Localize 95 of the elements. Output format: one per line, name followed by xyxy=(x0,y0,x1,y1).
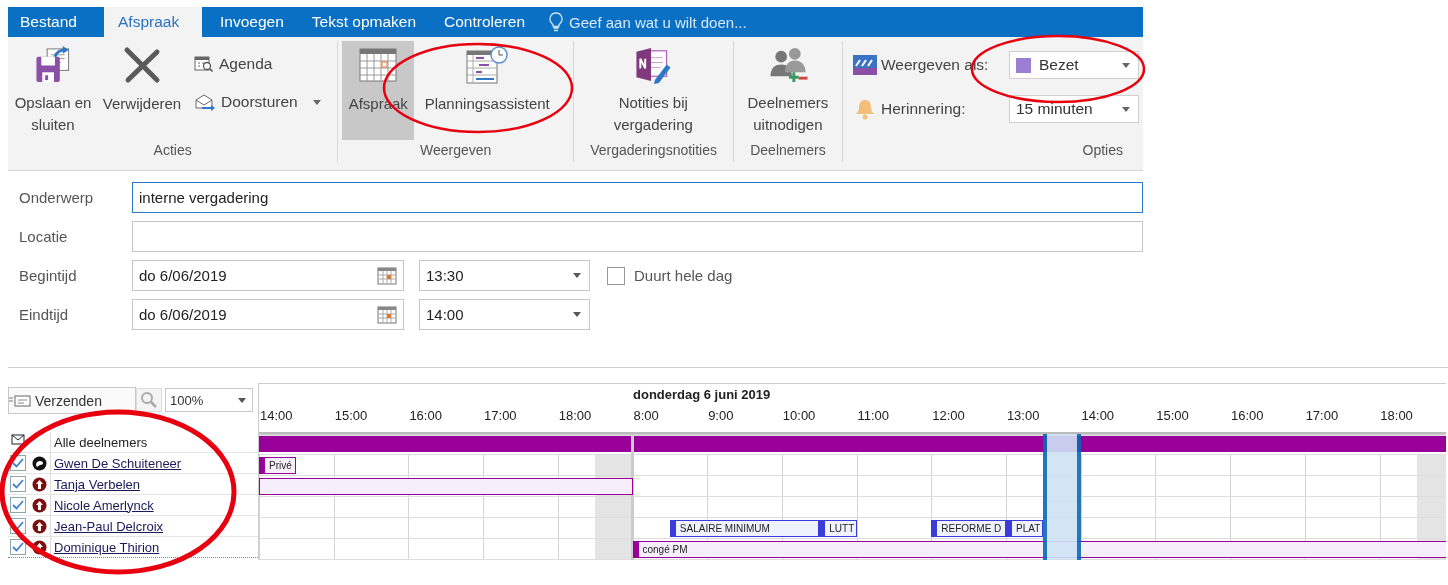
subject-field[interactable]: interne vergadering xyxy=(132,182,1143,213)
calendar-icon xyxy=(377,305,397,324)
all-attendees-label: Alle deelnemers xyxy=(53,434,148,450)
meeting-notes-button[interactable]: Notities bij vergadering xyxy=(578,41,729,140)
group-label: Deelnemers xyxy=(749,142,827,160)
close-icon xyxy=(122,45,162,85)
ribbon-tab[interactable]: Controleren xyxy=(434,7,536,37)
all-day-label: Duurt hele dag xyxy=(634,267,733,284)
ribbon-tab[interactable]: Invoegen xyxy=(210,7,294,37)
ribbon-tab[interactable]: Tekst opmaken xyxy=(301,7,427,37)
checkbox[interactable] xyxy=(10,539,26,555)
schedule-clock-icon xyxy=(465,45,510,85)
hour-label: 18:00 xyxy=(558,408,592,423)
reminder-label: Herinnering: xyxy=(881,100,967,118)
attendee-link[interactable]: Nicole Amerlynck xyxy=(51,497,154,513)
attendee-link[interactable]: Dominique Thirion xyxy=(51,539,160,555)
busy-block[interactable]: LUTT xyxy=(819,520,857,537)
save-and-close-button[interactable]: Opslaan en sluiten xyxy=(12,41,94,140)
calendar-button[interactable]: Agenda xyxy=(194,55,321,73)
hour-label: 17:00 xyxy=(1305,408,1339,423)
bell-icon xyxy=(853,98,877,120)
group-label: Weergeven xyxy=(419,142,493,160)
calendar-icon xyxy=(358,45,399,85)
group-label: Acties xyxy=(152,142,193,160)
hour-label: 9:00 xyxy=(708,408,734,423)
hour-label: 16:00 xyxy=(1230,408,1264,423)
hour-label: 16:00 xyxy=(409,408,442,423)
field-label: Begintijd xyxy=(18,267,78,284)
away-block[interactable]: congé PM xyxy=(632,541,1446,558)
checkmark-icon xyxy=(11,498,25,512)
envelope-icon xyxy=(9,394,31,407)
scheduling-assistant-button[interactable]: Planningsassistent xyxy=(414,41,561,140)
location-field[interactable] xyxy=(132,221,1143,252)
caret-icon xyxy=(573,273,581,278)
off-hours-shading xyxy=(1416,497,1446,517)
off-hours-shading xyxy=(1416,476,1446,496)
zoom-dropdown[interactable]: 100% xyxy=(165,388,253,412)
send-button[interactable]: Verzenden xyxy=(8,387,136,414)
checkbox[interactable] xyxy=(10,476,26,492)
calendar-icon xyxy=(377,266,397,285)
field-label: Eindtijd xyxy=(18,306,70,323)
hour-label: 14:00 xyxy=(1081,408,1115,423)
lightbulb-icon xyxy=(549,12,564,32)
show-as-dropdown[interactable]: Bezet xyxy=(1009,51,1139,79)
caret-icon xyxy=(312,99,321,105)
field-label: Locatie xyxy=(18,228,69,245)
hour-label: 11:00 xyxy=(857,408,890,423)
checkbox[interactable] xyxy=(607,266,625,285)
hour-label: 12:00 xyxy=(932,408,965,423)
hour-label: 8:00 xyxy=(633,408,659,423)
caret-icon xyxy=(1122,62,1130,68)
hour-label: 18:00 xyxy=(1380,408,1413,423)
time-dropdown[interactable]: 13:30 xyxy=(419,260,590,291)
delete-button[interactable]: Verwijderen xyxy=(94,41,190,140)
hour-label: 10:00 xyxy=(782,408,816,423)
time-dropdown[interactable]: 14:00 xyxy=(419,299,590,330)
envelope-arrow-icon xyxy=(194,93,216,111)
caret-icon xyxy=(1122,106,1130,112)
forward-button[interactable]: Doorsturen xyxy=(194,93,321,111)
group-label: Vergaderingsnotities xyxy=(589,142,718,160)
away-block[interactable]: Privé xyxy=(259,457,297,474)
meeting-time-selection[interactable] xyxy=(1043,434,1081,560)
attendee-link[interactable]: Gwen De Schuiteneer xyxy=(51,455,182,471)
busy-block[interactable]: SALAIRE MINIMUM xyxy=(669,520,820,537)
date-field[interactable]: do 6/06/2019 xyxy=(132,299,404,330)
caret-icon xyxy=(238,397,246,403)
busy-block[interactable]: PLAT xyxy=(1006,520,1044,537)
checkbox[interactable] xyxy=(10,497,26,513)
hour-label: 13:00 xyxy=(1006,408,1040,423)
group-label: Opties xyxy=(1081,142,1124,160)
invite-attendees-button[interactable]: Deelnemers uitnodigen xyxy=(737,41,838,140)
caret-icon xyxy=(573,312,581,317)
checkmark-icon xyxy=(11,477,25,491)
field-label: Onderwerp xyxy=(18,189,95,206)
tell-me-field[interactable]: Geef aan wat u wilt doen... xyxy=(543,7,753,37)
organizer-icon xyxy=(31,455,47,471)
attendee-link[interactable]: Tanja Verbelen xyxy=(51,476,140,492)
off-hours-shading xyxy=(595,518,633,538)
away-block[interactable] xyxy=(259,478,633,495)
ribbon-tab[interactable]: Afspraak xyxy=(104,7,202,37)
off-hours-shading xyxy=(595,539,633,559)
hour-label: 15:00 xyxy=(1156,408,1189,423)
checkmark-icon xyxy=(11,540,25,554)
stripes-icon xyxy=(853,55,877,75)
ribbon-tab[interactable]: Bestand xyxy=(8,7,104,37)
reminder-dropdown[interactable]: 15 minuten xyxy=(1009,95,1139,123)
hour-label: 17:00 xyxy=(484,408,517,423)
calendar-search-icon xyxy=(194,55,214,73)
hour-label: 15:00 xyxy=(334,408,368,423)
checkmark-icon xyxy=(11,456,25,470)
date-field[interactable]: do 6/06/2019 xyxy=(132,260,404,291)
attendee-link[interactable]: Jean-Paul Delcroix xyxy=(51,518,164,534)
hour-label: 14:00 xyxy=(260,408,293,423)
date-title: donderdag 6 juni 2019 xyxy=(633,386,772,404)
busy-block[interactable]: REFORME D xyxy=(931,520,1006,537)
